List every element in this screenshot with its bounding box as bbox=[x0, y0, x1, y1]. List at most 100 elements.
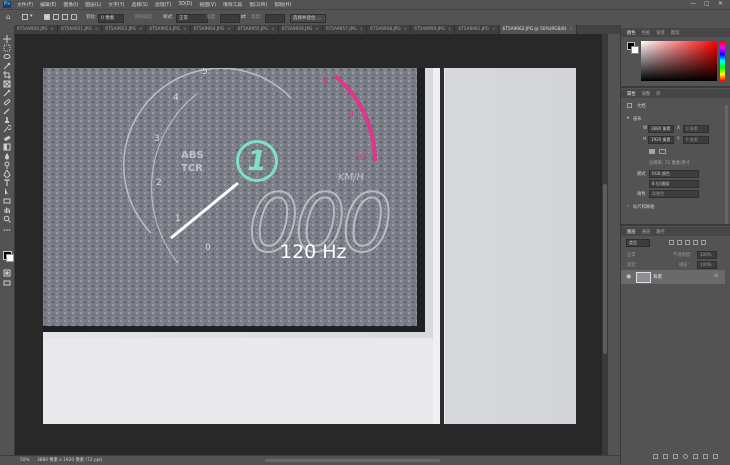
height-input[interactable] bbox=[265, 14, 285, 23]
minimize-button[interactable]: — bbox=[690, 0, 696, 7]
close-icon[interactable]: × bbox=[183, 27, 187, 32]
brush-tool-icon[interactable] bbox=[3, 107, 11, 115]
chevron-down-icon[interactable]: ▾ bbox=[627, 116, 629, 121]
close-icon[interactable]: × bbox=[404, 27, 408, 32]
mode-select[interactable]: RGB 颜色 bbox=[649, 170, 699, 178]
healing-brush-tool-icon[interactable] bbox=[3, 98, 11, 106]
lasso-tool-icon[interactable] bbox=[3, 53, 11, 61]
blend-mode-select[interactable]: 正常 bbox=[627, 252, 636, 258]
close-icon[interactable]: × bbox=[139, 27, 143, 32]
x-field[interactable]: 0 像素 bbox=[683, 125, 709, 133]
y-field[interactable]: 0 像素 bbox=[683, 136, 709, 144]
quick-mask-icon[interactable] bbox=[3, 269, 11, 277]
tab-6t5a9959[interactable]: 6T5A9959.JPG × bbox=[411, 25, 456, 34]
close-icon[interactable]: × bbox=[227, 27, 231, 32]
blur-tool-icon[interactable] bbox=[3, 152, 11, 160]
menu-image[interactable]: 图像(I) bbox=[63, 1, 78, 8]
color-field[interactable] bbox=[641, 41, 717, 81]
tab-6t5a9957[interactable]: 6T5A9957.JPG × bbox=[322, 25, 368, 34]
tab-6t5a9954[interactable]: 6T5A9954.JPG × bbox=[190, 25, 235, 34]
history-brush-tool-icon[interactable] bbox=[3, 125, 12, 133]
fill-select[interactable]: 背景色 bbox=[649, 190, 699, 198]
subtract-selection-icon[interactable] bbox=[62, 14, 68, 20]
tab-channels[interactable]: 通道 bbox=[642, 229, 651, 235]
width-input[interactable] bbox=[220, 14, 240, 23]
tab-6t5a9950[interactable]: 6T5A9950.JPG × bbox=[14, 25, 59, 34]
dodge-tool-icon[interactable] bbox=[3, 161, 11, 169]
path-select-tool-icon[interactable] bbox=[3, 188, 11, 196]
close-icon[interactable]: × bbox=[271, 27, 275, 32]
style-select[interactable]: 正常 bbox=[176, 14, 208, 23]
menu-help[interactable]: 帮助(H) bbox=[274, 1, 291, 8]
horizontal-scrollbar[interactable] bbox=[265, 459, 440, 462]
chevron-down-icon[interactable]: ▾ bbox=[30, 13, 33, 19]
menu-3d[interactable]: 3D(D) bbox=[178, 2, 192, 7]
landscape-orientation-icon[interactable] bbox=[659, 149, 666, 154]
tab-6t5a9955[interactable]: 6T5A9955.JPG × bbox=[234, 25, 279, 34]
maximize-button[interactable]: ▢ bbox=[704, 0, 710, 7]
tab-gradients[interactable]: 渐变 bbox=[656, 30, 665, 36]
background-color-swatch[interactable] bbox=[631, 46, 639, 54]
tab-swatches[interactable]: 色板 bbox=[642, 30, 651, 36]
menu-file[interactable]: 文件(F) bbox=[17, 1, 33, 8]
rulers-grids-section[interactable]: 标尺和网格 bbox=[633, 204, 654, 210]
swap-icon[interactable]: ⇄ bbox=[241, 13, 246, 20]
close-icon[interactable]: × bbox=[315, 27, 319, 32]
properties-scrollbar[interactable] bbox=[725, 105, 728, 225]
chevron-right-icon[interactable]: › bbox=[627, 204, 629, 209]
bit-depth-select[interactable]: 8 位/通道 bbox=[649, 180, 699, 188]
layer-row-background[interactable]: ◉ 背景 ⊙ bbox=[621, 270, 725, 284]
rectangle-tool-icon[interactable] bbox=[3, 197, 11, 205]
select-and-mask-button[interactable]: 选择并遮住 ... bbox=[290, 14, 326, 23]
trash-icon[interactable] bbox=[713, 454, 718, 459]
fill-field[interactable]: 100% bbox=[697, 261, 717, 269]
menu-edit[interactable]: 编辑(E) bbox=[40, 1, 56, 8]
layer-mask-icon[interactable] bbox=[673, 454, 678, 459]
clone-stamp-tool-icon[interactable] bbox=[3, 116, 11, 124]
tab-layers[interactable]: 图层 bbox=[627, 229, 636, 235]
background-color-swatch[interactable] bbox=[6, 254, 14, 262]
crop-tool-icon[interactable] bbox=[3, 71, 11, 79]
frame-tool-icon[interactable] bbox=[3, 80, 11, 88]
menu-view[interactable]: 视图(V) bbox=[199, 1, 216, 8]
filter-shape-icon[interactable] bbox=[693, 240, 698, 245]
document-canvas[interactable]: 5 4 3 2 1 0 8 9 10 ABS TCR KM/H 1 000 12… bbox=[43, 68, 576, 424]
tab-6t5a9953[interactable]: 6T5A9953.JPG × bbox=[146, 25, 191, 34]
tab-adjustments[interactable]: 调整 bbox=[642, 91, 651, 97]
hand-tool-icon[interactable] bbox=[3, 206, 11, 214]
filter-type-icon[interactable] bbox=[685, 240, 690, 245]
layer-style-icon[interactable] bbox=[663, 454, 668, 459]
layer-kind-filter[interactable]: 类型 bbox=[626, 239, 650, 247]
filter-smart-icon[interactable] bbox=[701, 240, 706, 245]
new-layer-icon[interactable] bbox=[703, 454, 708, 459]
quick-select-tool-icon[interactable] bbox=[3, 62, 11, 70]
vertical-scrollbar[interactable] bbox=[602, 34, 608, 455]
tab-6t5a9958[interactable]: 6T5A9958.JPG × bbox=[367, 25, 412, 34]
menu-filter[interactable]: 滤镜(T) bbox=[155, 1, 171, 8]
menu-window[interactable]: 窗口(W) bbox=[249, 1, 267, 8]
close-window-button[interactable]: ✕ bbox=[718, 0, 723, 7]
screen-mode-icon[interactable] bbox=[3, 279, 11, 287]
height-field[interactable]: 1920 像素 bbox=[648, 136, 674, 144]
tab-libraries[interactable]: 库 bbox=[656, 91, 660, 97]
zoom-tool-icon[interactable] bbox=[3, 215, 11, 223]
pen-tool-icon[interactable] bbox=[3, 169, 11, 179]
close-icon[interactable]: × bbox=[492, 27, 496, 32]
width-field[interactable]: 3880 像素 bbox=[648, 125, 674, 133]
type-tool-icon[interactable] bbox=[3, 179, 11, 187]
portrait-orientation-icon[interactable] bbox=[649, 149, 655, 154]
tab-patterns[interactable]: 图案 bbox=[671, 30, 680, 36]
intersect-selection-icon[interactable] bbox=[71, 14, 77, 20]
new-selection-icon[interactable] bbox=[44, 14, 50, 20]
group-icon[interactable] bbox=[693, 454, 698, 459]
tab-6t5a9961[interactable]: 6T5A9961.JPG × bbox=[455, 25, 500, 34]
close-icon[interactable]: × bbox=[448, 27, 452, 32]
tab-6t5a9951[interactable]: 6T5A9951.JPG × bbox=[58, 25, 103, 34]
close-icon[interactable]: × bbox=[95, 27, 99, 32]
more-tools-icon[interactable] bbox=[3, 226, 11, 234]
menu-plugins[interactable]: 增效工具 bbox=[223, 1, 242, 8]
layer-name[interactable]: 背景 bbox=[653, 274, 662, 280]
antialias-checkbox[interactable]: 消除锯齿 bbox=[134, 14, 152, 22]
lock-icon[interactable]: ⊙ bbox=[714, 273, 718, 279]
filter-pixel-icon[interactable] bbox=[669, 240, 674, 245]
